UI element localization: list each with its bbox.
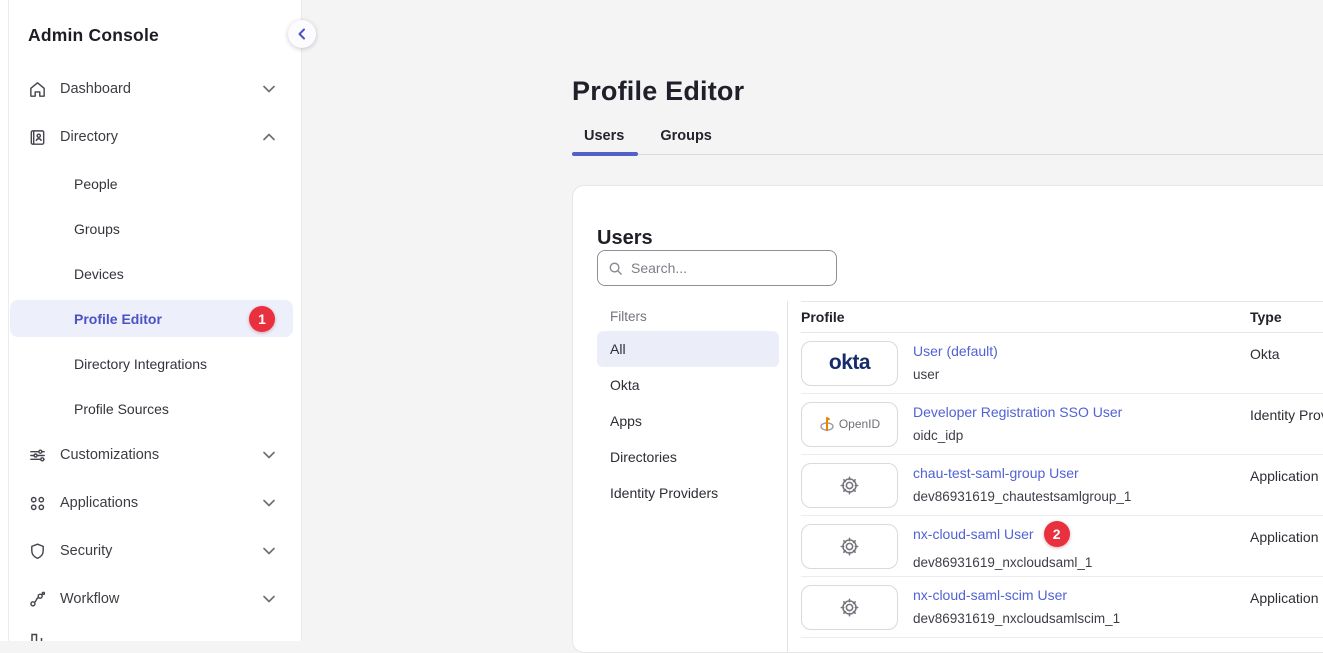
openid-glyph [819,415,835,433]
sidebar-item-label: Workflow [60,591,119,607]
sidebar-item-devices[interactable]: Devices [0,251,301,296]
table-row: chau-test-saml-group User dev86931619_ch… [801,455,1323,516]
gear-icon [839,597,860,618]
annotation-badge-2: 2 [1044,521,1070,547]
profile-type: Application [1250,590,1319,606]
profile-type: Application [1250,468,1319,484]
sidebar-item-security[interactable]: Security [0,527,301,575]
id-card-icon [28,128,47,147]
annotation-badge-1: 1 [249,306,275,332]
profiles-table: Profile Type okta User (default) user Ok… [788,301,1323,652]
filter-directories[interactable]: Directories [597,439,779,475]
sidebar-item-customizations[interactable]: Customizations [0,431,301,479]
profile-link[interactable]: User (default) [913,343,998,360]
chevron-down-icon [263,499,275,507]
table-row: nx-cloud-saml-scim User dev86931619_nxcl… [801,577,1323,638]
tab-bar: Users Groups [584,128,712,144]
sidebar-item-label: Profile Sources [74,401,169,417]
reports-icon-partial [30,632,44,641]
sidebar-item-label: Devices [74,266,124,282]
shield-icon [28,542,47,561]
main-content: Profile Editor Users Groups Users Search… [302,0,1323,641]
sidebar-item-profile-sources[interactable]: Profile Sources [0,386,301,431]
gear-icon [839,475,860,496]
profile-link[interactable]: Developer Registration SSO User [913,404,1122,421]
filters-label: Filters [597,301,787,331]
sidebar-item-label: Security [60,543,112,559]
sidebar-item-groups[interactable]: Groups [0,206,301,251]
profile-id: oidc_idp [913,428,1122,444]
sidebar-item-label: Dashboard [60,81,131,97]
sliders-icon [28,446,47,465]
sidebar: Admin Console Dashboard Directory [0,0,302,641]
sidebar-item-applications[interactable]: Applications [0,479,301,527]
panel-heading: Users [597,227,653,250]
app-logo-box [801,463,898,508]
sidebar-item-label: Directory Integrations [74,356,207,372]
profile-id: dev86931619_nxcloudsamlscim_1 [913,611,1120,627]
chevron-down-icon [263,451,275,459]
sidebar-item-label: Directory [60,129,118,145]
filters-column: Filters All Okta Apps Directories Identi… [573,301,788,652]
profile-type: Okta [1250,346,1280,362]
panel-body: Filters All Okta Apps Directories Identi… [573,301,1323,652]
search-placeholder: Search... [631,260,687,276]
okta-logo: okta [801,341,898,386]
filter-okta[interactable]: Okta [597,367,779,403]
sidebar-item-label: Customizations [60,447,159,463]
chevron-down-icon [263,595,275,603]
workflow-icon [28,590,47,609]
sidebar-item-workflow[interactable]: Workflow [0,575,301,623]
gear-icon [839,536,860,557]
sidebar-item-label: People [74,176,118,192]
profile-id: dev86931619_chautestsamlgroup_1 [913,489,1131,505]
apps-grid-icon [28,494,47,513]
profile-type: Application [1250,529,1319,545]
sidebar-item-label: Profile Editor [74,311,162,327]
page-title: Profile Editor [572,76,744,107]
search-icon [608,261,623,276]
table-header-row: Profile Type [801,301,1323,333]
table-row: okta User (default) user Okta [801,333,1323,394]
chevron-left-icon [297,28,307,40]
profile-type: Identity Provider [1250,407,1323,423]
app-logo-box [801,524,898,569]
sidebar-nav: Dashboard Directory People Groups Device… [0,65,301,623]
active-tab-indicator [572,152,638,156]
profile-id: user [913,367,998,383]
filter-all[interactable]: All [597,331,779,367]
sidebar-collapse-button[interactable] [288,20,316,48]
table-row: nx-cloud-saml User 2 dev86931619_nxclouds… [801,516,1323,577]
sidebar-item-label: Groups [74,221,120,237]
filter-identity-providers[interactable]: Identity Providers [597,475,779,511]
sidebar-item-label: Applications [60,495,138,511]
openid-logo: OpenID [801,402,898,447]
chevron-down-icon [263,547,275,555]
sidebar-item-directory[interactable]: Directory [0,113,301,161]
profile-link[interactable]: nx-cloud-saml User [913,526,1034,542]
home-icon [28,80,47,99]
column-header-profile: Profile [801,309,845,325]
sidebar-item-dashboard[interactable]: Dashboard [0,65,301,113]
sidebar-item-people[interactable]: People [0,161,301,206]
chevron-down-icon [263,85,275,93]
users-panel: Users Search... Filters All Okta Apps Di… [572,185,1323,653]
tab-users[interactable]: Users [584,128,624,144]
table-row: OpenID Developer Registration SSO User o… [801,394,1323,455]
search-input[interactable]: Search... [597,250,837,286]
profile-id: dev86931619_nxcloudsaml_1 [913,555,1092,571]
tab-divider-line [572,154,1323,155]
sidebar-item-profile-editor[interactable]: Profile Editor 1 [0,296,301,341]
app-logo-box [801,585,898,630]
tab-groups[interactable]: Groups [660,128,712,144]
profile-link[interactable]: nx-cloud-saml-scim User [913,587,1120,604]
filter-apps[interactable]: Apps [597,403,779,439]
profile-link[interactable]: chau-test-saml-group User [913,465,1131,482]
sidebar-item-directory-integrations[interactable]: Directory Integrations [0,341,301,386]
app-title: Admin Console [28,25,159,46]
chevron-up-icon [263,133,275,141]
column-header-type: Type [1250,309,1282,325]
